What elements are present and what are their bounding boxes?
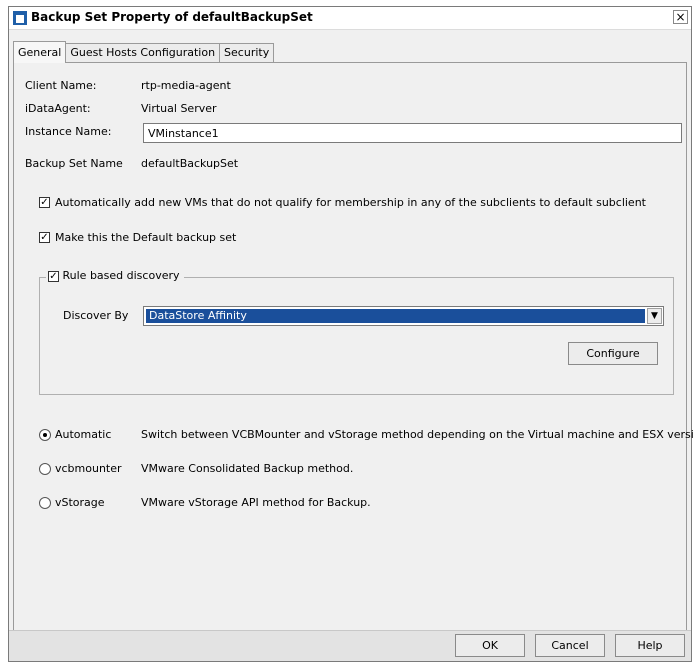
idataagent-value: Virtual Server bbox=[141, 102, 217, 115]
auto-add-vms-checkbox[interactable]: ✓ bbox=[39, 197, 50, 208]
method-automatic-label: Automatic bbox=[55, 428, 112, 441]
tab-guest-hosts-configuration[interactable]: Guest Hosts Configuration bbox=[65, 43, 221, 62]
client-name-value: rtp-media-agent bbox=[141, 79, 231, 92]
close-icon[interactable]: × bbox=[673, 10, 688, 24]
discover-by-dropdown[interactable]: DataStore Affinity ▼ bbox=[143, 306, 664, 326]
instance-name-label: Instance Name: bbox=[25, 125, 112, 138]
default-backup-set-label: Make this the Default backup set bbox=[55, 231, 237, 244]
tab-security[interactable]: Security bbox=[219, 43, 275, 62]
discover-by-label: Discover By bbox=[63, 309, 129, 322]
method-vcbmounter-label: vcbmounter bbox=[55, 462, 122, 475]
method-vcbmounter-radio[interactable] bbox=[39, 463, 51, 475]
backup-app-icon bbox=[13, 11, 27, 25]
tab-general[interactable]: General bbox=[13, 41, 67, 63]
help-button[interactable]: Help bbox=[615, 634, 685, 657]
method-vstorage-description: VMware vStorage API method for Backup. bbox=[141, 496, 371, 509]
backup-set-name-value: defaultBackupSet bbox=[141, 157, 239, 170]
auto-add-vms-label: Automatically add new VMs that do not qu… bbox=[55, 196, 646, 209]
method-vstorage-label: vStorage bbox=[55, 496, 105, 509]
method-vstorage-radio[interactable] bbox=[39, 497, 51, 509]
rule-discovery-group bbox=[39, 277, 674, 395]
rule-discovery-legend: ✓ Rule based discovery bbox=[46, 269, 184, 285]
button-bar: OK Cancel Help bbox=[9, 630, 691, 661]
method-automatic-description: Switch between VCBMounter and vStorage m… bbox=[141, 428, 694, 441]
rule-based-discovery-checkbox[interactable]: ✓ bbox=[48, 270, 59, 282]
chevron-down-icon[interactable]: ▼ bbox=[647, 308, 662, 324]
tab-strip: General Guest Hosts Configuration Securi… bbox=[13, 41, 275, 63]
backup-set-property-dialog: Backup Set Property of defaultBackupSet … bbox=[8, 6, 694, 662]
method-automatic-radio[interactable] bbox=[39, 429, 51, 441]
rule-based-discovery-label: Rule based discovery bbox=[62, 269, 180, 282]
method-vcbmounter-description: VMware Consolidated Backup method. bbox=[141, 462, 354, 475]
default-backup-set-checkbox[interactable]: ✓ bbox=[39, 232, 50, 243]
title-bar: Backup Set Property of defaultBackupSet … bbox=[9, 7, 691, 30]
backup-set-name-label: Backup Set Name bbox=[25, 157, 123, 170]
window-title: Backup Set Property of defaultBackupSet bbox=[31, 10, 313, 24]
configure-button[interactable]: Configure bbox=[568, 342, 658, 365]
ok-button[interactable]: OK bbox=[455, 634, 525, 657]
instance-name-input[interactable] bbox=[143, 123, 682, 143]
idataagent-label: iDataAgent: bbox=[25, 102, 91, 115]
discover-by-selected: DataStore Affinity bbox=[146, 309, 645, 323]
cancel-button[interactable]: Cancel bbox=[535, 634, 605, 657]
client-name-label: Client Name: bbox=[25, 79, 97, 92]
